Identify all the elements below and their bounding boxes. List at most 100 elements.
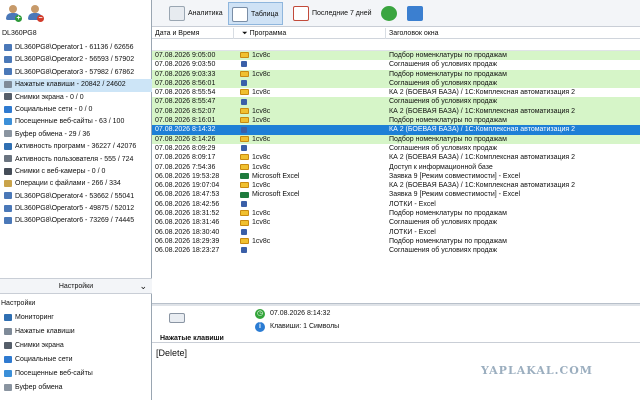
tree-item[interactable]: Буфер обмена - 29 / 36	[0, 129, 152, 141]
cell-program-label: 1cv8c	[252, 219, 271, 227]
cell-date: 06.08.2026 18:47:53	[155, 191, 220, 199]
table-row[interactable]: 06.08.2026 19:07:04 1cv8c КА 2 (БОЕВАЯ БАЗ…	[152, 181, 640, 190]
refresh-button[interactable]	[378, 2, 402, 25]
remove-user-icon[interactable]: −	[28, 5, 44, 22]
cell-program	[234, 60, 386, 69]
table-row[interactable]: 06.08.2026 18:42:56 ЛОТКИ - Excel	[152, 200, 640, 209]
file-icon	[4, 179, 12, 187]
table-row[interactable]: 07.08.2026 7:54:36 1cv8c Доступ к информац…	[152, 163, 640, 172]
cell-date: 06.08.2026 19:07:04	[155, 182, 220, 190]
tree-item[interactable]: DL360PG8\Operator1 - 61136 / 62656	[0, 42, 152, 54]
cell-date: 07.08.2026 8:09:29	[155, 144, 216, 152]
table-row[interactable]: 06.08.2026 18:29:39 1cv8c Подбор номенклат…	[152, 237, 640, 246]
col-date-header[interactable]: Дата и Время	[152, 28, 234, 39]
cell-title: КА 2 (БОЕВАЯ БАЗА) / 1С:Комплексная авто…	[389, 107, 576, 115]
cell-date: 07.08.2026 8:55:54	[155, 89, 216, 97]
table-row[interactable]: 06.08.2026 18:31:52 1cv8c Подбор номенклат…	[152, 209, 640, 218]
cell-date: 07.08.2026 8:09:17	[155, 154, 216, 162]
table-row[interactable]: 07.08.2026 9:05:00 1cv8c Подбор номенклату…	[152, 51, 640, 61]
1c-app-icon	[240, 210, 249, 217]
tree-item[interactable]: Социальные сети - 0 / 0	[0, 104, 152, 116]
keyboard-icon	[241, 200, 247, 207]
left-panel: + − DL360PG8 DL360PG8\Operator1 - 61136 …	[0, 0, 152, 400]
cell-title: Соглашения об условиях продаж	[389, 61, 498, 69]
tree-item[interactable]: DL360PG8\Operator6 - 73269 / 74445	[0, 215, 152, 227]
table-row[interactable]: 07.08.2026 9:03:33 1cv8c Подбор номенклату…	[152, 69, 640, 79]
table-row[interactable]: 06.08.2026 18:31:46 1cv8c Соглашения об ус…	[152, 218, 640, 227]
tree-item[interactable]: Активность пользователя - 555 / 724	[0, 154, 152, 166]
cell-program	[234, 125, 386, 134]
cell-title: КА 2 (БОЕВАЯ БАЗА) / 1С:Комплексная авто…	[389, 126, 576, 134]
table-row[interactable]: 07.08.2026 8:14:32 КА 2 (БОЕВАЯ БАЗА) / 1…	[152, 125, 640, 135]
settings-item[interactable]: Посещенные веб-сайты	[0, 367, 152, 381]
settings-item[interactable]: Снимки экрана	[0, 339, 152, 353]
last-7-days-button[interactable]: Последние 7 дней	[290, 2, 376, 25]
table-row[interactable]: 06.08.2026 19:53:28 Microsoft Excel Заявка…	[152, 172, 640, 181]
table-row[interactable]: 07.08.2026 9:03:50 Соглашения об условиях…	[152, 60, 640, 69]
table-row[interactable]: 07.08.2026 8:55:47 Соглашения об условиях…	[152, 97, 640, 107]
tree-item-label: Буфер обмена - 29 / 36	[15, 130, 91, 138]
cell-program: 1cv8c	[234, 163, 386, 172]
table-row[interactable]: 07.08.2026 8:55:54 1cv8c КА 2 (БОЕВАЯ БАЗА…	[152, 88, 640, 97]
tree-item[interactable]: Снимки с веб-камеры - 0 / 0	[0, 166, 152, 178]
cell-program: 1cv8c	[234, 51, 386, 60]
filter-icon[interactable]: ⏷	[242, 30, 248, 37]
add-user-icon[interactable]: +	[6, 5, 22, 22]
cell-date: 06.08.2026 19:53:28	[155, 172, 220, 180]
tree-item[interactable]: Операции с файлами - 266 / 334	[0, 178, 152, 190]
monitor-icon	[4, 313, 12, 321]
tree-item[interactable]: DL360PG8\Operator3 - 57982 / 67862	[0, 67, 152, 79]
tree-item[interactable]: Нажатые клавиши - 20842 / 24602	[0, 79, 152, 92]
analytics-label: Аналитика	[188, 10, 223, 17]
table-button[interactable]: Таблица	[228, 2, 284, 25]
settings-item[interactable]: Буфер обмена	[0, 381, 152, 395]
clear-button[interactable]	[404, 2, 428, 25]
filter-row[interactable]	[152, 39, 640, 51]
cell-date: 06.08.2026 18:31:52	[155, 210, 220, 218]
table-row[interactable]: 07.08.2026 8:16:01 1cv8c Подбор номенклату…	[152, 116, 640, 126]
chevron-down-icon[interactable]: ⌄	[139, 279, 147, 294]
keyboard-icon	[241, 61, 247, 68]
analytics-button[interactable]: Аналитика	[166, 2, 227, 25]
recycle-bin-icon	[407, 6, 423, 21]
table-header: Дата и Время ⏷ Программа Заголовок окна	[152, 28, 640, 39]
monitor-icon	[4, 142, 12, 150]
table-row[interactable]: 06.08.2026 18:47:53 Microsoft Excel Заявка…	[152, 190, 640, 199]
cell-title: Доступ к информационной базе	[389, 163, 493, 171]
tree-item[interactable]: DL360PG8\Operator2 - 56593 / 57902	[0, 54, 152, 66]
table-row[interactable]: 06.08.2026 18:23:27 Соглашения об условия…	[152, 246, 640, 255]
1c-app-icon	[240, 117, 249, 124]
table-row[interactable]: 07.08.2026 8:52:07 1cv8c КА 2 (БОЕВАЯ БАЗА…	[152, 106, 640, 117]
table-row[interactable]: 07.08.2026 8:56:01 Соглашения об условиях…	[152, 78, 640, 89]
tree-item[interactable]: Снимки экрана - 0 / 0	[0, 92, 152, 104]
tree-item-label: Нажатые клавиши - 20842 / 24602	[15, 81, 126, 89]
table-row[interactable]: 07.08.2026 8:14:26 1cv8c Подбор номенклату…	[152, 134, 640, 144]
col-program-header[interactable]: ⏷ Программа	[234, 28, 386, 39]
cell-title: Соглашения об условиях продаж	[389, 219, 498, 227]
table-label: Таблица	[251, 11, 279, 18]
1c-app-icon	[240, 107, 249, 114]
keyboard-icon	[169, 313, 185, 323]
cell-program-label: 1cv8c	[252, 163, 271, 171]
settings-item[interactable]: Мониторинг	[0, 311, 152, 325]
last-7-days-label: Последние 7 дней	[312, 10, 372, 17]
globe-icon	[4, 369, 12, 377]
table-row[interactable]: 06.08.2026 18:30:40 ЛОТКИ - Excel	[152, 228, 640, 237]
settings-item[interactable]: Нажатые клавиши	[0, 325, 152, 339]
tree-item[interactable]: DL360PG8\Operator5 - 49875 / 52012	[0, 203, 152, 215]
1c-app-icon	[240, 52, 249, 59]
1c-app-icon	[240, 135, 249, 142]
tree-root[interactable]: DL360PG8	[0, 28, 37, 40]
cell-date: 06.08.2026 18:29:39	[155, 237, 220, 245]
settings-root[interactable]: Настройки	[0, 297, 152, 311]
settings-bar[interactable]: Настройки ⌄	[0, 278, 152, 294]
tree-item[interactable]: DL360PG8\Operator4 - 53662 / 55041	[0, 191, 152, 203]
col-title-header[interactable]: Заголовок окна	[386, 28, 640, 39]
cell-program	[234, 246, 386, 255]
tree-item[interactable]: Активность программ - 36227 / 42076	[0, 141, 152, 153]
settings-item[interactable]: Социальные сети	[0, 353, 152, 367]
tree-item-label: DL360PG8\Operator5 - 49875 / 52012	[15, 205, 135, 213]
table-row[interactable]: 07.08.2026 8:09:29 Соглашения об условиях…	[152, 144, 640, 153]
tree-item[interactable]: Посещенные веб-сайты - 63 / 100	[0, 116, 152, 128]
table-row[interactable]: 07.08.2026 8:09:17 1cv8c КА 2 (БОЕВАЯ БАЗА…	[152, 153, 640, 162]
